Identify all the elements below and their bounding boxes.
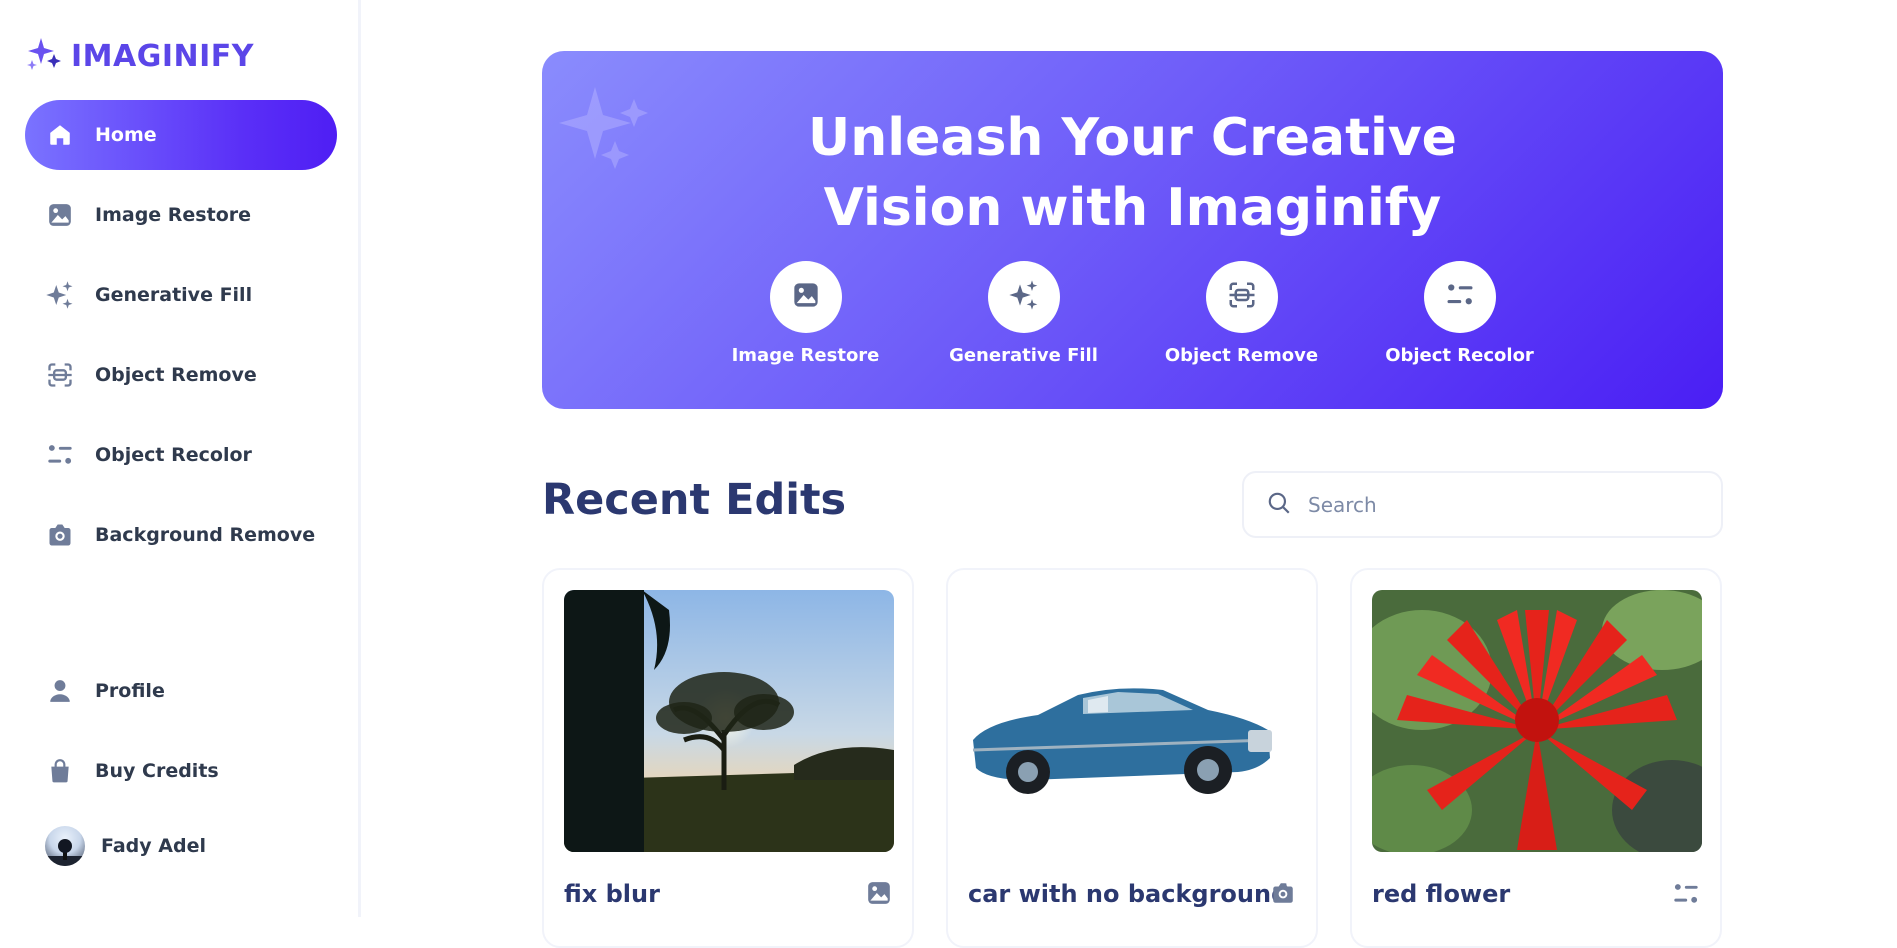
sidebar-item-label: Object Recolor <box>95 444 252 466</box>
edit-card-title: fix blur <box>564 880 660 908</box>
user-name: Fady Adel <box>101 835 206 857</box>
quick-action-circle[interactable] <box>987 261 1060 333</box>
sparkles-logo-icon <box>25 36 63 76</box>
search-icon <box>1266 490 1292 520</box>
edit-card-title: red flower <box>1372 880 1511 908</box>
avatar <box>45 826 85 866</box>
sidebar-item-object-recolor[interactable]: Object Recolor <box>25 420 337 490</box>
recent-edits-grid: fix blur car with no background red flow… <box>542 568 1722 948</box>
sidebar-item-label: Buy Credits <box>95 760 219 782</box>
filter-icon <box>1672 880 1700 912</box>
quick-action-circle[interactable] <box>769 261 842 333</box>
home-icon <box>45 120 75 150</box>
image-icon <box>866 880 892 910</box>
filter-icon <box>1445 280 1475 314</box>
edit-thumbnail[interactable] <box>968 590 1298 852</box>
camera-icon <box>1270 880 1296 910</box>
edit-thumbnail[interactable] <box>564 590 894 852</box>
bag-icon <box>45 756 75 786</box>
edit-card[interactable]: red flower <box>1350 568 1722 948</box>
scan-icon <box>1227 280 1257 314</box>
quick-action-object-recolor[interactable]: Object Recolor <box>1382 261 1538 366</box>
sidebar-item-label: Image Restore <box>95 204 252 226</box>
quick-action-label: Object Recolor <box>1385 345 1534 366</box>
sidebar-item-label: Object Remove <box>95 364 257 386</box>
banner-title: Unleash Your Creative Vision with Imagin… <box>542 103 1723 243</box>
sidebar-item-image-restore[interactable]: Image Restore <box>25 180 337 250</box>
quick-action-circle[interactable] <box>1423 261 1496 333</box>
sidebar-item-label: Profile <box>95 680 165 702</box>
sidebar-item-profile[interactable]: Profile <box>25 656 337 726</box>
sidebar-item-object-remove[interactable]: Object Remove <box>25 340 337 410</box>
sidebar-item-label: Generative Fill <box>95 284 253 306</box>
hero-banner: Unleash Your Creative Vision with Imagin… <box>542 51 1723 409</box>
sidebar-item-background-remove[interactable]: Background Remove <box>25 500 337 570</box>
user-icon <box>45 676 75 706</box>
scan-icon <box>45 360 75 390</box>
sidebar-nav: Home Image Restore Generative Fill Objec… <box>25 100 337 580</box>
sidebar-item-buy-credits[interactable]: Buy Credits <box>25 736 337 806</box>
banner-title-line2: Vision with Imaginify <box>823 178 1442 238</box>
camera-icon <box>45 520 75 550</box>
quick-action-object-remove[interactable]: Object Remove <box>1164 261 1320 366</box>
sidebar-item-home[interactable]: Home <box>25 100 337 170</box>
sidebar-item-generative-fill[interactable]: Generative Fill <box>25 260 337 330</box>
brand-logo[interactable]: IMAGINIFY <box>25 36 254 76</box>
sidebar-bottom-nav: Profile Buy Credits Fady Adel <box>25 656 337 876</box>
quick-action-generative-fill[interactable]: Generative Fill <box>946 261 1102 366</box>
sidebar-item-label: Background Remove <box>95 524 316 546</box>
quick-action-label: Image Restore <box>731 345 880 366</box>
edit-card[interactable]: car with no background <box>946 568 1318 948</box>
search-box[interactable] <box>1242 471 1723 538</box>
edit-card-title: car with no background <box>968 880 1289 908</box>
sparkles-icon <box>45 280 75 310</box>
user-profile[interactable]: Fady Adel <box>25 816 337 876</box>
edit-card[interactable]: fix blur <box>542 568 914 948</box>
sparkles-icon <box>1008 279 1040 315</box>
recent-edits-title: Recent Edits <box>542 475 847 525</box>
edit-thumbnail[interactable] <box>1372 590 1702 852</box>
quick-action-circle[interactable] <box>1205 261 1278 333</box>
quick-action-label: Generative Fill <box>949 345 1098 366</box>
quick-actions: Image Restore Generative Fill Object Rem… <box>542 261 1723 366</box>
banner-title-line1: Unleash Your Creative <box>808 108 1457 168</box>
search-input[interactable] <box>1308 492 1688 517</box>
image-icon <box>792 281 820 313</box>
quick-action-label: Object Remove <box>1164 345 1319 366</box>
image-icon <box>45 200 75 230</box>
filter-icon <box>45 440 75 470</box>
brand-name: IMAGINIFY <box>71 38 255 74</box>
sidebar: IMAGINIFY Home Image Restore Generative … <box>0 0 361 917</box>
sidebar-item-label: Home <box>95 124 157 146</box>
quick-action-image-restore[interactable]: Image Restore <box>728 261 884 366</box>
